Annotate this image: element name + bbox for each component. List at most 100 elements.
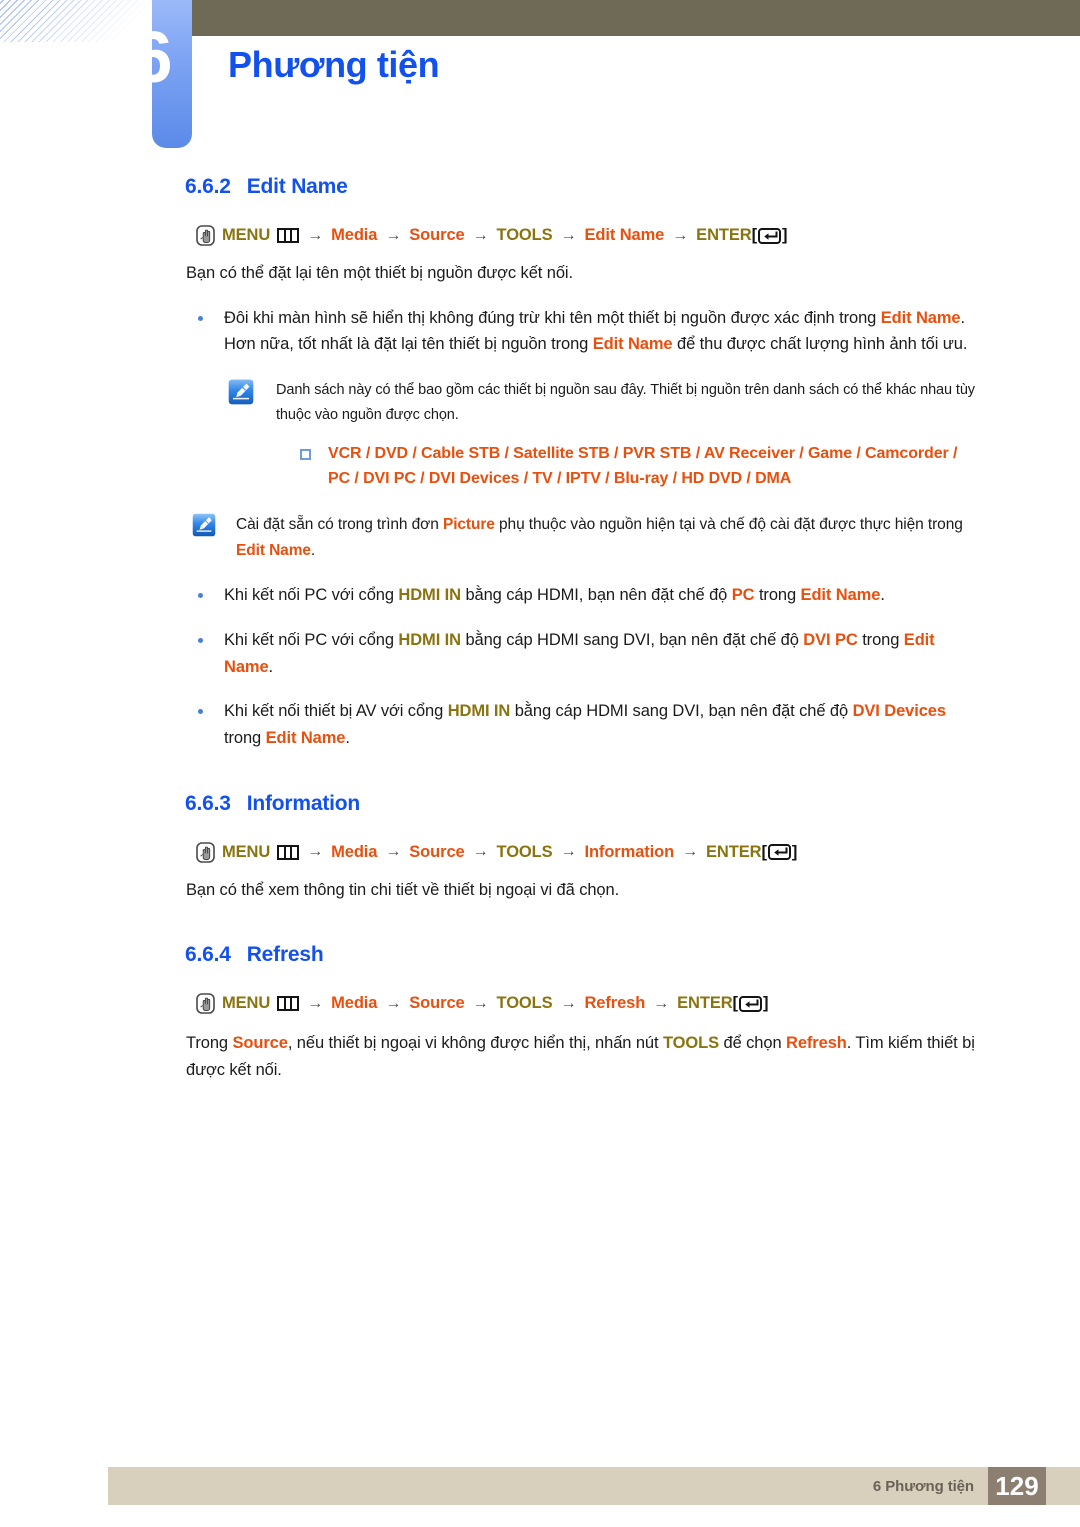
bullet-text-part: bằng cáp HDMI, bạn nên đặt chế độ <box>460 586 732 605</box>
menu-step-tools[interactable]: TOOLS <box>497 226 553 245</box>
menu-step-edit-name[interactable]: Edit Name <box>584 226 664 245</box>
emphasis-tools: TOOLS <box>662 1034 720 1053</box>
bullet-text-part: để thu được chất lượng hình ảnh tối ưu. <box>672 335 968 354</box>
menu-step-media[interactable]: Media <box>331 226 377 245</box>
chapter-title: Phương tiện <box>228 44 440 85</box>
device-list-line: PC / DVI PC / DVI Devices / TV / IPTV / … <box>328 470 792 488</box>
arrow-icon: → <box>560 226 577 244</box>
page-footer: 6 Phương tiện 129 <box>108 1467 1080 1505</box>
bracket-close: ] <box>782 226 788 244</box>
menu-step-tools[interactable]: TOOLS <box>497 994 553 1013</box>
arrow-icon: → <box>307 843 324 861</box>
note-text-part: Cài đặt sẵn có trong trình đơn <box>236 516 443 534</box>
page-header: 6 Phương tiện <box>0 0 1080 175</box>
section-number: 6.6.3 <box>185 791 231 815</box>
section-number: 6.6.2 <box>185 175 231 198</box>
bullet-text-part: trong <box>857 630 904 649</box>
menu-step-media[interactable]: Media <box>331 994 377 1013</box>
menu-step-media[interactable]: Media <box>331 843 377 862</box>
enter-label[interactable]: ENTER <box>706 843 762 862</box>
section-title: Edit Name <box>246 175 348 198</box>
arrow-icon: → <box>472 994 489 1012</box>
menu-path-information: MENU → Media → Source → TOOLS → Informat… <box>196 841 1080 863</box>
hand-pointer-icon <box>196 225 215 246</box>
menu-path-refresh: MENU → Media → Source → TOOLS → Refresh … <box>196 993 1080 1015</box>
hdmi-bullet-dvi-pc: Khi kết nối PC với cổng HDMI IN bằng cáp… <box>198 627 986 680</box>
arrow-icon: → <box>653 994 670 1012</box>
footer-page-number: 129 <box>988 1467 1046 1505</box>
body-text-part: Trong <box>186 1034 233 1053</box>
footer-chapter-label: 6 Phương tiện <box>872 1477 974 1495</box>
emphasis-edit-name: Edit Name <box>265 729 346 747</box>
menu-label[interactable]: MENU <box>222 843 270 862</box>
body-text-part: để chọn <box>719 1034 787 1053</box>
emphasis-edit-name: Edit Name <box>236 542 311 560</box>
emphasis-mode: DVI Devices <box>852 702 946 721</box>
bullet-text-part: . <box>345 729 350 747</box>
section-heading-edit-name: 6.6.2 Edit Name <box>185 175 1080 199</box>
emphasis-edit-name: Edit Name <box>880 308 961 327</box>
arrow-icon: → <box>385 226 402 244</box>
note-text-part: . <box>310 542 316 560</box>
menu-path-edit-name: MENU → Media → Source → TOOLS → Edit Nam… <box>196 225 1080 246</box>
edit-name-intro: Bạn có thể đặt lại tên một thiết bị nguồ… <box>186 264 573 282</box>
emphasis-hdmi-in: HDMI IN <box>447 702 511 721</box>
bullet-text-part: Khi kết nối PC với cổng <box>224 630 399 649</box>
bullet-text-part: trong <box>224 729 266 747</box>
information-intro: Bạn có thể xem thông tin chi tiết về thi… <box>186 880 620 899</box>
device-list: VCR / DVD / Cable STB / Satellite STB / … <box>300 441 1028 492</box>
menu-step-refresh[interactable]: Refresh <box>584 994 645 1013</box>
body-text-part: , nếu thiết bị ngoại vi không được hiển … <box>287 1034 663 1053</box>
device-list-line: VCR / DVD / Cable STB / Satellite STB / … <box>328 444 958 462</box>
note-text-part: phụ thuộc vào nguồn hiện tại và chế độ c… <box>494 516 963 534</box>
emphasis-mode: PC <box>731 586 755 605</box>
bullet-text-part: . <box>268 657 274 676</box>
menu-step-source[interactable]: Source <box>409 994 464 1013</box>
bullet-text-part: Khi kết nối thiết bị AV với cổng <box>224 702 448 721</box>
menu-step-tools[interactable]: TOOLS <box>497 843 553 862</box>
hand-pointer-icon <box>196 841 215 863</box>
menu-step-source[interactable]: Source <box>409 226 464 245</box>
arrow-icon: → <box>385 843 402 861</box>
bullet-text-part: Đôi khi màn hình sẽ hiển thị không đúng … <box>224 308 881 327</box>
bracket-close: ] <box>791 842 798 861</box>
emphasis-edit-name: Edit Name <box>800 586 881 605</box>
hdmi-bullet-pc: Khi kết nối PC với cổng HDMI IN bằng cáp… <box>198 582 986 609</box>
menu-step-source[interactable]: Source <box>409 843 464 862</box>
chapter-number: 6 <box>132 18 172 98</box>
bracket-open: [ <box>751 226 758 244</box>
emphasis-refresh: Refresh <box>786 1034 847 1053</box>
emphasis-hdmi-in: HDMI IN <box>398 586 461 605</box>
menu-button-icon <box>277 844 300 860</box>
menu-label[interactable]: MENU <box>222 994 270 1013</box>
section-heading-refresh: 6.6.4 Refresh <box>185 943 1080 967</box>
arrow-icon: → <box>385 994 402 1012</box>
bullet-text-part: bằng cáp HDMI sang DVI, bạn nên đặt chế … <box>510 702 853 721</box>
emphasis-hdmi-in: HDMI IN <box>398 630 461 649</box>
edit-name-bullet: Đôi khi màn hình sẽ hiển thị không đúng … <box>198 305 986 358</box>
emphasis-edit-name: Edit Name <box>592 335 673 354</box>
menu-step-information[interactable]: Information <box>584 843 674 862</box>
enter-label[interactable]: ENTER <box>696 226 752 245</box>
arrow-icon: → <box>560 994 577 1012</box>
enter-key-icon <box>738 995 762 1012</box>
section-number: 6.6.4 <box>185 943 231 967</box>
enter-key-icon <box>758 227 781 244</box>
arrow-icon: → <box>560 843 577 861</box>
note-device-list: Danh sách này có thể bao gồm các thiết b… <box>228 378 986 492</box>
bullet-text-part: . <box>880 586 885 605</box>
menu-button-icon <box>277 228 300 243</box>
bracket-close: ] <box>762 994 769 1013</box>
emphasis-picture: Picture <box>442 516 495 534</box>
hand-pointer-icon <box>196 993 215 1015</box>
arrow-icon: → <box>307 994 324 1012</box>
refresh-body: Trong Source, nếu thiết bị ngoại vi khôn… <box>186 1030 986 1083</box>
note-text: Danh sách này có thể bao gồm các thiết b… <box>276 382 975 423</box>
bracket-open: [ <box>732 994 739 1013</box>
enter-label[interactable]: ENTER <box>677 994 733 1013</box>
arrow-icon: → <box>472 226 489 244</box>
section-title: Information <box>246 791 361 815</box>
arrow-icon: → <box>307 226 324 244</box>
menu-label[interactable]: MENU <box>222 226 270 245</box>
bracket-open: [ <box>761 842 767 861</box>
